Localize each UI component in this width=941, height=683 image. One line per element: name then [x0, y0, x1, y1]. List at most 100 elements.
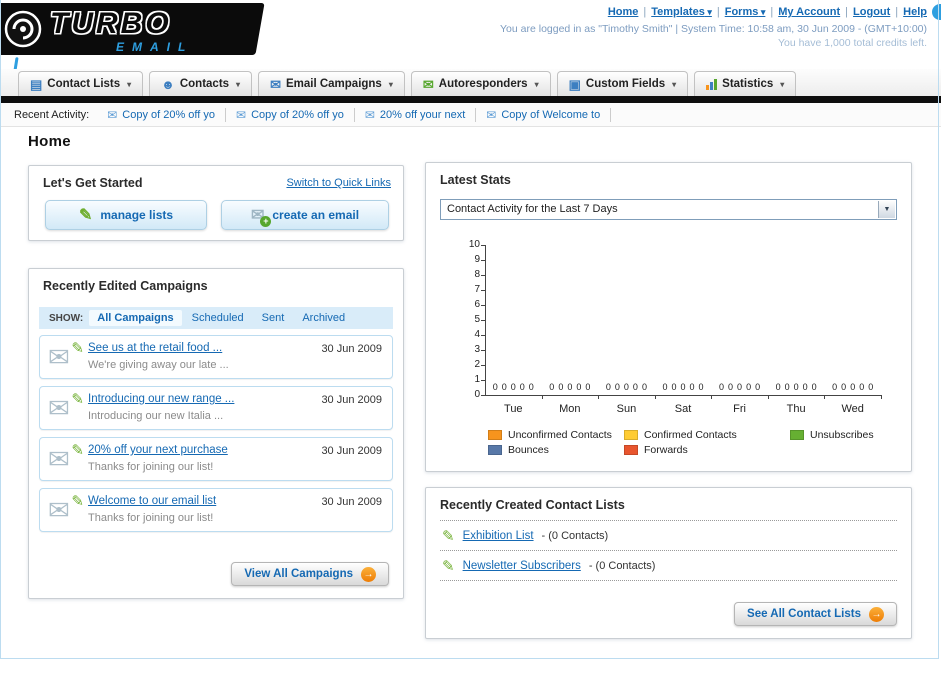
top-link-my-account[interactable]: My Account — [778, 6, 840, 18]
bar-value-labels: 00000 — [549, 382, 590, 392]
y-axis-tick-label: 7 — [474, 284, 480, 295]
x-axis-tick — [541, 395, 543, 399]
envelope-icon: ✉ — [48, 495, 70, 525]
tab-contact-lists[interactable]: ▤ Contact Lists ▾ — [18, 71, 144, 96]
campaign-date: 30 Jun 2009 — [321, 343, 382, 355]
chevron-down-icon: ▾ — [236, 79, 241, 89]
pencil-icon: ✎ — [71, 391, 84, 408]
campaign-row: ✉ ✎ Welcome to our email list Thanks for jo… — [39, 488, 393, 532]
x-axis-tick — [767, 395, 769, 399]
tab-label: Autoresponders — [438, 78, 528, 90]
recent-activity-item[interactable]: ✉ Copy of Welcome to — [476, 107, 612, 122]
top-link-logout[interactable]: Logout — [853, 6, 890, 18]
separator: | — [770, 6, 774, 18]
campaign-row: ✉ ✎ See us at the retail food ... We're giv… — [39, 335, 393, 379]
x-axis-label: Sun — [616, 403, 637, 415]
recent-activity-item[interactable]: ✉ Copy of 20% off yo — [97, 107, 227, 122]
create-email-button[interactable]: ✉ + create an email — [221, 200, 389, 230]
email-edit-icon: ✉ ✎ — [48, 391, 84, 425]
tab-label: Email Campaigns — [285, 78, 382, 90]
x-axis-label: Thu — [786, 403, 806, 415]
tab-label: Custom Fields — [585, 78, 666, 90]
bar-value-label: 0 — [868, 382, 874, 392]
bar-value-labels: 00000 — [606, 382, 647, 392]
contact-list-link[interactable]: Newsletter Subscribers — [463, 560, 581, 572]
recent-activity-label: Recent Activity: — [14, 108, 90, 121]
create-email-button-label: create an email — [272, 208, 360, 222]
x-axis-label: Wed — [841, 403, 864, 415]
y-axis-tick-label: 3 — [474, 344, 480, 355]
envelope-icon: ✉ — [486, 107, 497, 122]
statistics-icon — [706, 78, 718, 90]
dropdown-arrow-icon: ▼ — [878, 201, 895, 218]
campaign-title-link[interactable]: 20% off your next purchase — [88, 444, 228, 456]
legend-swatch — [624, 430, 638, 440]
envelope-icon: ✉ — [48, 393, 70, 423]
campaign-filters: All Campaigns Scheduled Sent Archived — [89, 310, 353, 326]
chevron-down-icon: ▾ — [758, 7, 766, 17]
recently-edited-campaigns-panel: Recently Edited Campaigns SHOW: All Camp… — [28, 268, 404, 599]
envelope-icon: ✉ — [107, 107, 118, 122]
campaign-title-link[interactable]: Welcome to our email list — [88, 495, 216, 507]
tab-email-campaigns[interactable]: ✉ Email Campaigns ▾ — [258, 71, 405, 96]
campaign-title-link[interactable]: Introducing our new range ... — [88, 393, 234, 405]
stats-period-select[interactable]: Contact Activity for the Last 7 Days ▼ — [440, 199, 897, 220]
tab-statistics[interactable]: Statistics ▾ — [694, 71, 797, 96]
bar-value-label: 0 — [549, 382, 555, 392]
recent-activity-item[interactable]: ✉ Copy of 20% off yo — [226, 107, 355, 122]
legend-item: Confirmed Contacts — [624, 429, 782, 441]
email-edit-icon: ✉ ✎ — [48, 493, 84, 527]
tab-autoresponders[interactable]: ✉ Autoresponders ▾ — [410, 71, 551, 96]
campaign-title-link[interactable]: See us at the retail food ... — [88, 342, 222, 354]
tab-contacts[interactable]: ☻ Contacts ▾ — [149, 71, 253, 96]
separator: | — [716, 6, 720, 18]
tab-label: Statistics — [722, 78, 774, 90]
top-link-help[interactable]: Help — [903, 6, 927, 18]
tab-custom-fields[interactable]: ▣ Custom Fields ▾ — [556, 71, 689, 96]
bar-value-label: 0 — [528, 382, 534, 392]
envelope-icon: ✉ — [48, 342, 70, 372]
bar-value-label: 0 — [775, 382, 781, 392]
bar-value-label: 0 — [784, 382, 790, 392]
legend-swatch — [488, 430, 502, 440]
bar-value-label: 0 — [728, 382, 734, 392]
bar-value-labels: 00000 — [493, 382, 534, 392]
manage-lists-button[interactable]: ✎ manage lists — [45, 200, 207, 230]
header-right: Home | Templates ▾ | Forms ▾ | My Account | Logo… — [500, 6, 927, 49]
x-axis-tick — [711, 395, 713, 399]
bar-value-label: 0 — [671, 382, 677, 392]
top-link-templates[interactable]: Templates ▾ — [651, 6, 712, 18]
view-all-campaigns-label: View All Campaigns — [244, 568, 353, 580]
campaign-filter-bar: SHOW: All Campaigns Scheduled Sent Archived — [39, 307, 393, 329]
see-all-contact-lists-button[interactable]: See All Contact Lists → — [734, 602, 897, 626]
get-started-title: Let's Get Started — [43, 176, 143, 190]
campaigns-panel-title: Recently Edited Campaigns — [43, 279, 208, 293]
campaign-filter-all-campaigns[interactable]: All Campaigns — [89, 310, 182, 326]
bar-value-label: 0 — [605, 382, 611, 392]
contact-list-link[interactable]: Exhibition List — [463, 530, 534, 542]
bar-value-label: 0 — [632, 382, 638, 392]
separator: | — [895, 6, 899, 18]
x-axis-label: Tue — [504, 403, 523, 415]
top-link-home[interactable]: Home — [608, 6, 639, 18]
x-axis-tick — [654, 395, 656, 399]
bar-value-label: 0 — [680, 382, 686, 392]
bar-value-labels: 00000 — [719, 382, 760, 392]
switch-quick-links-link[interactable]: Switch to Quick Links — [286, 177, 391, 189]
campaign-filter-scheduled[interactable]: Scheduled — [184, 310, 252, 326]
chevron-down-icon: ▾ — [534, 79, 539, 89]
campaign-subtitle: We're giving away our late ... — [88, 359, 229, 371]
contact-list-items: ✎ Exhibition List - (0 Contacts) ✎ Newslette… — [440, 521, 897, 581]
logo-inner: TURBO EMAIL — [0, 3, 260, 55]
x-axis-label: Mon — [559, 403, 581, 415]
top-link-forms[interactable]: Forms ▾ — [725, 6, 766, 18]
campaign-filter-archived[interactable]: Archived — [294, 310, 353, 326]
autoresponders-icon: ✉ — [422, 76, 434, 92]
arrow-right-icon: → — [361, 566, 376, 582]
show-label: SHOW: — [49, 312, 84, 324]
envelope-icon: ✉ — [48, 444, 70, 474]
campaign-filter-sent[interactable]: Sent — [254, 310, 293, 326]
bar-value-label: 0 — [567, 382, 573, 392]
recent-activity-item[interactable]: ✉ 20% off your next — [355, 107, 477, 122]
view-all-campaigns-button[interactable]: View All Campaigns → — [231, 562, 389, 586]
